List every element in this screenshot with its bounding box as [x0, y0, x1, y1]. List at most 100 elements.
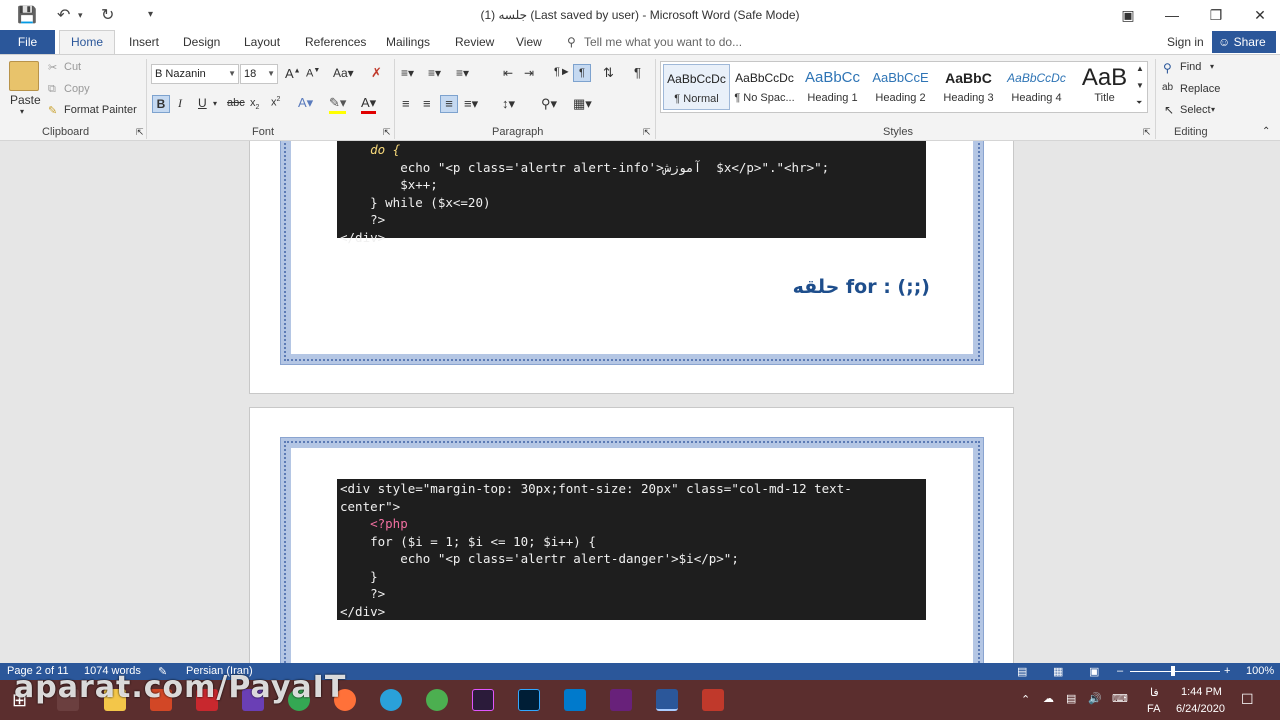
- keyboard-icon[interactable]: ⌨: [1112, 692, 1128, 705]
- app-green-icon[interactable]: [426, 689, 448, 711]
- tab-mailings[interactable]: Mailings: [386, 35, 430, 49]
- replace-button[interactable]: Replace: [1180, 83, 1220, 95]
- scroll-down-icon[interactable]: ▼: [1136, 81, 1144, 90]
- tab-file[interactable]: File: [0, 30, 55, 54]
- language-label[interactable]: FA: [1147, 703, 1160, 715]
- replace-icon[interactable]: ab: [1162, 82, 1173, 93]
- subscript-icon[interactable]: x2: [250, 97, 259, 111]
- web-layout-icon[interactable]: ▣: [1089, 665, 1099, 678]
- tab-insert[interactable]: Insert: [129, 35, 159, 49]
- clipboard-launcher-icon[interactable]: ⇱: [136, 127, 144, 138]
- language-top-label[interactable]: فا: [1150, 686, 1159, 699]
- copy-button[interactable]: Copy: [64, 83, 90, 95]
- find-button[interactable]: Find: [1180, 61, 1201, 73]
- collapse-ribbon-icon[interactable]: ⌃: [1262, 126, 1270, 137]
- align-left-icon[interactable]: ≡: [402, 96, 410, 111]
- phpstorm-icon[interactable]: [472, 689, 494, 711]
- tab-home[interactable]: Home: [59, 30, 115, 55]
- underline-dropdown-icon[interactable]: ▾: [213, 99, 217, 108]
- styles-launcher-icon[interactable]: ⇱: [1143, 127, 1151, 138]
- styles-gallery[interactable]: AaBbCcDc ¶ Normal AaBbCcDc ¶ No Spac... Aa…: [660, 61, 1148, 113]
- style-heading-2[interactable]: AaBbCcE Heading 2: [867, 64, 934, 110]
- highlight-icon[interactable]: ✎▾: [329, 95, 347, 114]
- italic-icon[interactable]: I: [178, 96, 182, 111]
- style-heading-1[interactable]: AaBbCc Heading 1: [799, 64, 866, 110]
- strikethrough-icon[interactable]: abc: [227, 97, 245, 109]
- rtl-icon[interactable]: ¶: [573, 64, 591, 82]
- style-no-spacing[interactable]: AaBbCcDc ¶ No Spac...: [731, 64, 798, 110]
- copy-icon[interactable]: ⧉: [48, 83, 56, 96]
- paste-button[interactable]: Paste: [10, 93, 41, 107]
- visual-studio-icon[interactable]: [610, 689, 632, 711]
- paste-dropdown-icon[interactable]: ▾: [20, 107, 24, 116]
- clock-date[interactable]: 6/24/2020: [1176, 703, 1225, 715]
- justify-icon[interactable]: ≡▾: [464, 96, 478, 112]
- bullets-icon[interactable]: ≡▾: [401, 66, 414, 80]
- sign-in-link[interactable]: Sign in: [1167, 35, 1204, 49]
- zoom-out-icon[interactable]: –: [1117, 665, 1123, 677]
- sort-icon[interactable]: ⇅: [603, 65, 614, 81]
- tab-review[interactable]: Review: [455, 35, 494, 49]
- clock-time[interactable]: 1:44 PM: [1181, 686, 1222, 698]
- print-layout-icon[interactable]: ▦: [1053, 665, 1063, 678]
- network-icon[interactable]: ▤: [1066, 692, 1076, 705]
- borders-icon[interactable]: ▦▾: [573, 96, 592, 112]
- document-area[interactable]: do { echo "<p class='alertr alert-info'>…: [0, 141, 1280, 663]
- font-color-icon[interactable]: A▾: [361, 95, 377, 114]
- zoom-slider[interactable]: [1130, 671, 1220, 672]
- tab-layout[interactable]: Layout: [244, 35, 280, 49]
- minimize-button[interactable]: —: [1152, 0, 1192, 30]
- paste-icon[interactable]: [9, 61, 39, 91]
- select-button[interactable]: Select: [1180, 104, 1211, 116]
- superscript-icon[interactable]: x2: [271, 96, 280, 109]
- find-icon[interactable]: ⚲: [1163, 61, 1172, 75]
- app-screen-recorder-icon[interactable]: [702, 689, 724, 711]
- ribbon-display-options-icon[interactable]: ▣: [1108, 0, 1148, 30]
- style-heading-3[interactable]: AaBbC Heading 3: [935, 64, 1002, 110]
- show-marks-icon[interactable]: ¶: [634, 65, 641, 80]
- zoom-slider-thumb[interactable]: [1171, 666, 1175, 676]
- tab-design[interactable]: Design: [183, 35, 220, 49]
- tab-references[interactable]: References: [305, 35, 366, 49]
- clear-formatting-icon[interactable]: ✗: [371, 65, 382, 81]
- font-size-box[interactable]: 18 ▼: [240, 64, 278, 84]
- format-painter-button[interactable]: Format Painter: [64, 104, 137, 116]
- font-name-box[interactable]: B Nazanin ▼: [151, 64, 239, 84]
- onedrive-icon[interactable]: ☁: [1043, 692, 1054, 705]
- find-dropdown-icon[interactable]: ▾: [1210, 62, 1214, 71]
- shading-icon[interactable]: ⚲▾: [541, 96, 557, 112]
- tab-view[interactable]: View: [516, 35, 542, 49]
- cut-button[interactable]: Cut: [64, 61, 81, 73]
- grow-font-icon[interactable]: A▲: [285, 66, 301, 81]
- scroll-up-icon[interactable]: ▲: [1136, 64, 1144, 73]
- bold-icon[interactable]: B: [152, 95, 170, 113]
- decrease-indent-icon[interactable]: ⇤: [503, 66, 513, 80]
- telegram-icon[interactable]: [380, 689, 402, 711]
- zoom-level[interactable]: 100%: [1246, 665, 1274, 677]
- shrink-font-icon[interactable]: A▼: [306, 67, 320, 80]
- line-spacing-icon[interactable]: ↕▾: [502, 96, 515, 112]
- font-launcher-icon[interactable]: ⇱: [383, 127, 391, 138]
- text-effects-icon[interactable]: A▾: [298, 95, 313, 111]
- vscode-icon[interactable]: [564, 689, 586, 711]
- change-case-icon[interactable]: Aa▾: [333, 66, 354, 80]
- multilevel-list-icon[interactable]: ≡▾: [456, 66, 469, 80]
- more-styles-icon[interactable]: ⏷: [1136, 98, 1142, 108]
- style-heading-4[interactable]: AaBbCcDc Heading 4: [1003, 64, 1070, 110]
- style-title[interactable]: AaB Title: [1071, 64, 1138, 110]
- share-button[interactable]: ☺ Share: [1212, 31, 1276, 53]
- numbering-icon[interactable]: ≡▾: [428, 66, 441, 80]
- show-hidden-icons[interactable]: ⌃: [1021, 693, 1030, 706]
- paragraph-launcher-icon[interactable]: ⇱: [643, 127, 651, 138]
- select-icon[interactable]: ↖: [1164, 103, 1174, 117]
- photoshop-icon[interactable]: [518, 689, 540, 711]
- align-center-icon[interactable]: ≡: [423, 96, 431, 111]
- word-icon[interactable]: [656, 689, 678, 711]
- select-dropdown-icon[interactable]: ▾: [1211, 105, 1215, 114]
- read-mode-icon[interactable]: ▤: [1017, 665, 1027, 678]
- tell-me-box[interactable]: Tell me what you want to do...: [584, 35, 742, 49]
- maximize-button[interactable]: ❐: [1196, 0, 1236, 30]
- ltr-icon[interactable]: ¶►: [554, 66, 571, 78]
- align-right-icon[interactable]: ≡: [440, 95, 458, 113]
- zoom-in-icon[interactable]: +: [1224, 665, 1230, 677]
